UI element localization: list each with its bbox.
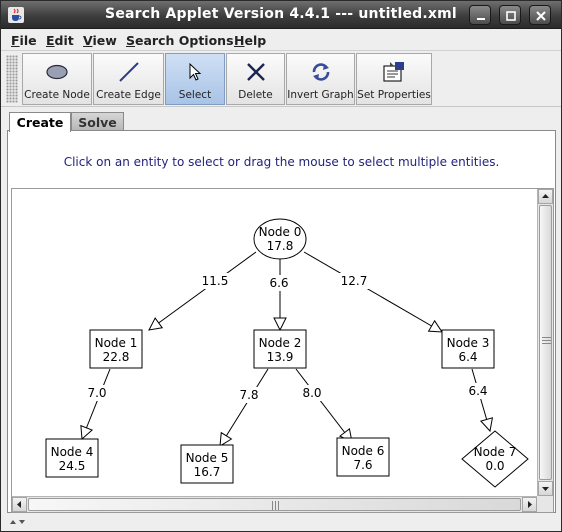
title-bar[interactable]: Search Applet Version 4.4.1 --- untitled… [1,1,561,29]
tab-solve[interactable]: Solve [71,112,124,132]
node-4[interactable]: Node 4 24.5 [45,438,99,478]
horizontal-scroll-thumb[interactable] [28,498,521,511]
edge-2-6[interactable] [295,368,352,442]
node-7[interactable]: Node 7 0.0 [461,430,529,488]
menu-bar: File Edit View Search Options Help [1,29,561,51]
create-panel: Click on an entity to select or drag the… [7,130,556,513]
edge-cost-label: 8.0 [302,386,321,400]
menu-search-options[interactable]: Search Options [126,33,234,48]
delete-x-icon [246,63,265,81]
close-icon [536,11,546,21]
edge-0-3[interactable] [303,251,442,332]
arrow-cursor-icon [189,62,202,81]
node-name: Node 4 [51,445,94,459]
split-pane-divider[interactable] [1,513,561,531]
ellipse-node-icon [46,64,68,80]
node-name: Node 2 [259,336,302,350]
node-2[interactable]: Node 2 13.9 [253,329,307,369]
scroll-corner [537,496,553,512]
maximize-button[interactable] [499,5,521,25]
properties-icon [383,62,404,82]
edge-0-1[interactable] [149,251,257,330]
toolbar-grip[interactable] [6,55,18,103]
delete-button[interactable]: Delete [226,53,285,105]
edge-cost-label: 6.6 [269,276,288,290]
close-button[interactable] [529,5,551,25]
create-edge-button[interactable]: Create Edge [93,53,164,105]
edge-cost-label: 7.8 [239,388,258,402]
horizontal-scrollbar[interactable] [12,496,537,512]
edge-2-5[interactable] [220,368,269,446]
invert-arrows-icon [312,63,329,81]
edge-cost-label: 6.4 [468,384,487,398]
menu-help[interactable]: Help [234,33,266,48]
toolbar: Create Node Create Edge Select Delete In… [1,51,561,107]
node-value: 13.9 [267,350,294,364]
invert-graph-button[interactable]: Invert Graph [286,53,355,105]
node-value: 17.8 [267,239,294,253]
menu-file[interactable]: File [11,33,37,48]
node-value: 7.6 [353,458,372,472]
node-1[interactable]: Node 1 22.8 [89,329,143,369]
vertical-scrollbar[interactable] [537,189,553,496]
scroll-up-button[interactable] [538,189,553,204]
edge-cost-label: 7.0 [87,386,106,400]
graph-canvas-scrollpane: 11.5 6.6 12.7 7.0 7.8 8.0 6.4 Node 0 17.… [11,188,554,513]
minimize-button[interactable] [469,5,491,25]
edge-line-icon [118,62,139,82]
set-properties-button[interactable]: Set Properties [356,53,432,105]
create-node-button[interactable]: Create Node [22,53,92,105]
node-0[interactable]: Node 0 17.8 [253,218,307,260]
edge-1-4[interactable] [82,368,111,439]
node-value: 22.8 [103,350,130,364]
node-name: Node 1 [95,336,138,350]
node-value: 24.5 [59,459,86,473]
edge-cost-label: 11.5 [202,274,229,288]
tab-strip: Create Solve [1,109,561,132]
vertical-scroll-thumb[interactable] [539,205,552,480]
scroll-down-button[interactable] [538,481,553,496]
graph-nodes: Node 0 17.8 Node 1 22.8 Node 2 13.9 Node… [45,218,529,488]
minimize-icon [477,18,485,20]
menu-view[interactable]: View [83,33,117,48]
node-name: Node 5 [186,451,229,465]
menu-edit[interactable]: Edit [46,33,74,48]
node-value: 6.4 [458,350,477,364]
node-6[interactable]: Node 6 7.6 [336,437,390,477]
collapse-arrows-icon[interactable] [9,518,31,526]
edge-cost-label: 12.7 [341,274,368,288]
node-name: Node 7 [474,445,517,459]
node-value: 16.7 [194,465,221,479]
node-3[interactable]: Node 3 6.4 [441,329,495,369]
scroll-right-button[interactable] [522,497,537,512]
node-value: 0.0 [485,459,504,473]
tab-create[interactable]: Create [9,112,71,132]
arrow-right-icon [528,501,532,508]
scroll-left-button[interactable] [12,497,27,512]
applet-window: Search Applet Version 4.4.1 --- untitled… [0,0,562,532]
maximize-icon [506,11,516,21]
node-name: Node 6 [342,444,385,458]
graph-canvas[interactable]: 11.5 6.6 12.7 7.0 7.8 8.0 6.4 Node 0 17.… [12,189,539,498]
edge-3-7[interactable] [471,368,490,431]
node-5[interactable]: Node 5 16.7 [180,444,234,484]
select-button[interactable]: Select [165,53,225,105]
arrow-up-icon [542,194,549,198]
node-name: Node 0 [259,225,302,239]
arrow-left-icon [17,501,21,508]
instruction-text: Click on an entity to select or drag the… [63,155,500,169]
arrow-down-icon [542,487,549,491]
node-name: Node 3 [447,336,490,350]
